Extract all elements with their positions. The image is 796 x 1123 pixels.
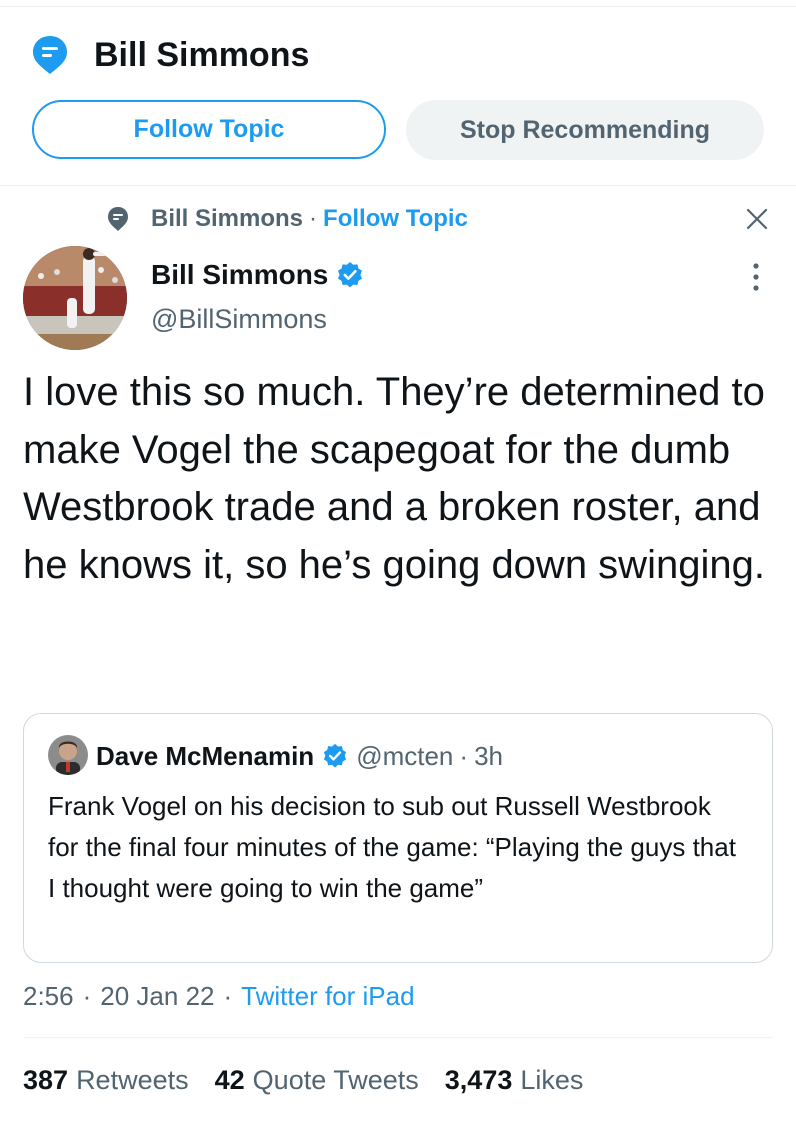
author-name[interactable]: Bill Simmons: [151, 259, 328, 291]
retweets-stat[interactable]: 387 Retweets: [23, 1065, 189, 1096]
quoted-separator: ·: [459, 740, 469, 771]
quote-tweets-label: Quote Tweets: [252, 1064, 419, 1095]
quoted-tweet-text: Frank Vogel on his decision to sub out R…: [48, 791, 736, 903]
verified-icon: [324, 743, 347, 768]
quoted-tweet-card[interactable]: Dave McMenamin @mcten · 3h Frank Vogel o…: [23, 713, 773, 963]
tweet-meta-row: 2:56 · 20 Jan 22 · Twitter for iPad: [23, 977, 415, 1015]
close-icon[interactable]: [744, 206, 770, 232]
quote-tweets-count: 42: [214, 1064, 245, 1095]
top-divider: [0, 6, 796, 7]
retweets-count: 387: [23, 1064, 69, 1095]
meta-separator: ·: [223, 980, 233, 1011]
author-handle[interactable]: @BillSimmons: [151, 304, 327, 335]
topic-context-row: Bill Simmons · Follow Topic: [107, 203, 468, 235]
follow-topic-button[interactable]: Follow Topic: [32, 100, 386, 159]
quoted-timestamp[interactable]: 3h: [474, 741, 503, 772]
quoted-author-avatar[interactable]: [48, 735, 88, 775]
context-separator: ·: [309, 205, 318, 232]
tweet-time[interactable]: 2:56: [23, 981, 74, 1012]
topic-icon: [33, 36, 67, 74]
stats-divider: [23, 1037, 773, 1038]
engagement-stats: 387 Retweets 42 Quote Tweets 3,473 Likes: [23, 1060, 609, 1100]
quoted-author-name[interactable]: Dave McMenamin: [96, 741, 314, 772]
tweet-source-link[interactable]: Twitter for iPad: [241, 981, 414, 1012]
retweets-label: Retweets: [76, 1064, 189, 1095]
context-topic-name[interactable]: Bill Simmons: [151, 205, 303, 233]
likes-stat[interactable]: 3,473 Likes: [445, 1065, 584, 1096]
more-icon[interactable]: [750, 262, 762, 292]
tweet-date[interactable]: 20 Jan 22: [100, 981, 214, 1012]
quoted-tweet-header: Dave McMenamin @mcten · 3h: [96, 736, 503, 776]
topic-icon: [108, 207, 128, 231]
context-follow-topic-link[interactable]: Follow Topic: [323, 205, 468, 233]
topic-title: Bill Simmons: [94, 35, 310, 74]
likes-count: 3,473: [444, 1064, 513, 1095]
tweet-text: I love this so much. They’re determined …: [23, 370, 765, 587]
verified-icon: [338, 262, 363, 288]
author-name-row: Bill Simmons: [151, 255, 364, 295]
likes-label: Likes: [520, 1064, 584, 1095]
section-divider: [0, 185, 796, 186]
quoted-author-handle[interactable]: @mcten: [356, 741, 453, 772]
topic-header: Bill Simmons: [32, 32, 309, 78]
meta-separator: ·: [82, 980, 92, 1011]
stop-recommending-button[interactable]: Stop Recommending: [406, 100, 764, 160]
author-avatar[interactable]: [23, 246, 127, 350]
quote-tweets-stat[interactable]: 42 Quote Tweets: [215, 1065, 419, 1096]
